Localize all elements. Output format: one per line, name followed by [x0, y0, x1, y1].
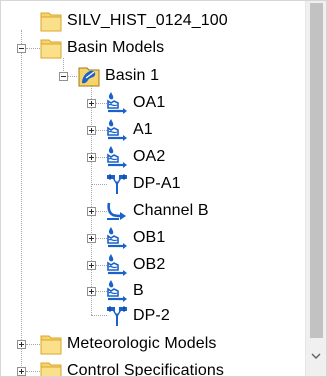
- expand-toggle[interactable]: [17, 367, 26, 376]
- tree-node-dp-a1[interactable]: DP-A1: [105, 171, 181, 197]
- tree-node-label: Control Specifications: [67, 362, 224, 377]
- tree-node-meteorologic-models[interactable]: Meteorologic Models: [39, 331, 217, 357]
- tree-node-label: OB2: [133, 256, 166, 273]
- tree-node-label: Basin Models: [67, 39, 165, 56]
- subbasin-icon: [105, 253, 129, 277]
- junction-icon: [105, 172, 129, 196]
- tree-node-label: OB1: [133, 229, 166, 246]
- basin-icon: [77, 64, 101, 88]
- expand-toggle[interactable]: [87, 126, 96, 135]
- expand-toggle[interactable]: [17, 340, 26, 349]
- vertical-scrollbar[interactable]: [305, 1, 326, 376]
- tree-node-label: OA1: [133, 94, 166, 111]
- folder-icon: [39, 36, 63, 60]
- tree-node-label: SILV_HIST_0124_100: [67, 12, 228, 29]
- tree-node-ob2[interactable]: OB2: [105, 252, 165, 278]
- subbasin-icon: [105, 279, 129, 303]
- scroll-down-button[interactable]: [306, 347, 326, 365]
- expand-toggle[interactable]: [87, 207, 96, 216]
- tree-node-label: DP-A1: [133, 175, 181, 192]
- tree-node-control-specifications[interactable]: Control Specifications: [39, 358, 224, 377]
- collapse-toggle[interactable]: [59, 72, 68, 81]
- tree-node-dp-2[interactable]: DP-2: [105, 303, 170, 329]
- scrollbar-thumb[interactable]: [310, 3, 323, 338]
- expand-toggle[interactable]: [87, 287, 96, 296]
- project-tree: SILV_HIST_0124_100 Basin Models Basin 1 …: [1, 1, 306, 377]
- expand-toggle[interactable]: [87, 234, 96, 243]
- folder-icon: [39, 9, 63, 33]
- collapse-toggle[interactable]: [17, 44, 26, 53]
- tree-node-oa1[interactable]: OA1: [105, 90, 165, 116]
- tree-node-oa2[interactable]: OA2: [105, 144, 165, 170]
- tree-node-label: DP-2: [133, 307, 170, 324]
- tree-node-a1[interactable]: A1: [105, 117, 153, 143]
- expand-toggle[interactable]: [87, 153, 96, 162]
- tree-node-label: Basin 1: [105, 67, 160, 84]
- tree-node-label: B: [133, 282, 144, 299]
- subbasin-icon: [105, 226, 129, 250]
- watershed-explorer-panel: SILV_HIST_0124_100 Basin Models Basin 1 …: [0, 0, 327, 377]
- chevron-down-icon: [311, 353, 321, 359]
- subbasin-icon: [105, 145, 129, 169]
- tree-node-project[interactable]: SILV_HIST_0124_100: [39, 8, 228, 34]
- tree-node-label: OA2: [133, 148, 166, 165]
- tree-guide: [21, 30, 22, 376]
- tree-guide: [91, 86, 92, 315]
- tree-node-label: Channel B: [133, 202, 209, 219]
- tree-node-ob1[interactable]: OB1: [105, 225, 165, 251]
- tree-guide: [26, 48, 40, 49]
- tree-guide: [26, 371, 40, 372]
- tree-guide: [67, 76, 77, 77]
- tree-node-channel-b[interactable]: Channel B: [105, 198, 209, 224]
- tree-guide: [26, 344, 40, 345]
- reach-icon: [105, 199, 129, 223]
- subbasin-icon: [105, 91, 129, 115]
- expand-toggle[interactable]: [87, 261, 96, 270]
- tree-node-label: Meteorologic Models: [67, 335, 217, 352]
- tree-node-basin-models[interactable]: Basin Models: [39, 35, 164, 61]
- tree-node-basin-1[interactable]: Basin 1: [77, 63, 159, 89]
- subbasin-icon: [105, 118, 129, 142]
- tree-node-label: A1: [133, 121, 153, 138]
- folder-icon: [39, 359, 63, 377]
- folder-icon: [39, 332, 63, 356]
- tree-node-b[interactable]: B: [105, 278, 144, 304]
- expand-toggle[interactable]: [87, 99, 96, 108]
- junction-icon: [105, 304, 129, 328]
